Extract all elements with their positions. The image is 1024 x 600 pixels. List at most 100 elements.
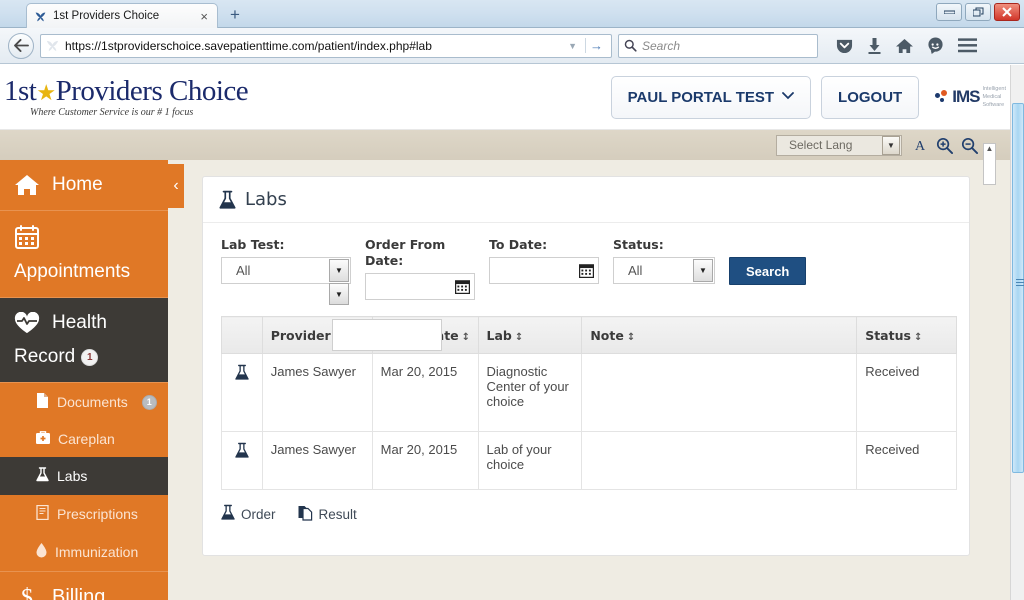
zoom-in-icon[interactable] [936, 137, 953, 154]
status-select[interactable]: All ▼ [613, 257, 715, 284]
window-controls [936, 3, 1020, 21]
header-label-note: Note [590, 327, 624, 343]
sidebar-label-appointments: Appointments [14, 261, 131, 282]
row-provider: James Sawyer [261, 353, 373, 433]
medkit-icon [36, 431, 50, 447]
flask-icon[interactable] [235, 365, 249, 384]
lab-test-value: All [236, 263, 251, 278]
sidebar-label-careplan: Careplan [58, 431, 115, 447]
chevron-down-icon[interactable]: ▼ [882, 135, 900, 155]
url-text: https://1stproviderschoice.savepatientti… [65, 38, 432, 53]
chevron-down-icon[interactable]: ▼ [329, 259, 349, 282]
row-provider: James Sawyer [261, 431, 373, 491]
window-restore-button[interactable] [965, 3, 991, 21]
url-favicon-icon [45, 38, 61, 54]
sidebar-badge-health-record: 1 [81, 348, 99, 366]
chevron-down-icon[interactable]: ▼ [693, 259, 713, 282]
url-dropdown-icon[interactable]: ▼ [564, 41, 581, 51]
scrollbar-thumb[interactable] [1012, 103, 1024, 473]
window-close-button[interactable] [994, 3, 1020, 21]
pocket-icon[interactable] [836, 37, 853, 54]
logo-star-icon: ★ [36, 79, 56, 105]
browser-tab-title: 1st Providers Choice [53, 10, 160, 22]
row-status: Received [856, 431, 957, 491]
main-content: Labs Lab Test: All ▼ Order From Date: To… [168, 160, 1010, 600]
home-icon [14, 174, 40, 196]
scroll-up-arrow-icon[interactable]: ▲ [984, 144, 995, 153]
sidebar-item-labs[interactable]: Labs [0, 457, 168, 495]
search-button[interactable]: Search [729, 257, 807, 285]
downloads-icon[interactable] [867, 37, 882, 54]
user-menu-button[interactable]: PAUL PORTAL TEST [610, 75, 812, 119]
hamburger-menu-icon[interactable] [958, 38, 977, 53]
logout-label: LOGOUT [838, 88, 903, 106]
table-header-status[interactable]: Status ↕ [856, 316, 957, 355]
row-type-icon-cell [221, 353, 263, 433]
table-row[interactable]: James Sawyer Mar 20, 2015 Lab of your ch… [221, 431, 957, 491]
table-row[interactable]: James Sawyer Mar 20, 2015 Diagnostic Cen… [221, 353, 957, 433]
labs-table-wrap: Provider↕ Order Date↕ Lab↕ [203, 308, 969, 491]
sidebar-item-health-record[interactable]: Health Record 1 [0, 298, 168, 383]
chat-icon[interactable] [927, 37, 944, 54]
site-logo[interactable]: 1st★Providers Choice Where Customer Serv… [4, 76, 304, 119]
labs-filters: Lab Test: All ▼ Order From Date: To Date… [203, 223, 969, 351]
lab-test-select[interactable]: All ▼ [221, 257, 351, 284]
search-icon [624, 39, 637, 52]
filter-order-from-date: Order From Date: [365, 237, 475, 301]
sidebar-item-billing[interactable]: $ Billing [0, 571, 168, 600]
row-type-icon-cell [221, 431, 263, 491]
table-header-note[interactable]: Note ↕ [581, 316, 858, 355]
flask-icon[interactable] [235, 443, 249, 462]
sidebar-collapse-button[interactable]: ‹ [168, 164, 184, 208]
legend-item-order: Order [221, 504, 276, 524]
new-tab-button[interactable]: + [230, 6, 240, 23]
sidebar-item-documents[interactable]: Documents 1 [0, 383, 168, 421]
legend-label-order: Order [241, 506, 276, 522]
app-header: 1st★Providers Choice Where Customer Serv… [0, 65, 1010, 130]
url-bar[interactable]: https://1stproviderschoice.savepatientti… [40, 33, 612, 58]
browser-vertical-scrollbar[interactable] [1010, 65, 1024, 600]
row-note [581, 431, 858, 491]
chevron-down-icon [782, 91, 794, 103]
open-dropdown-panel[interactable] [332, 319, 442, 351]
home-icon[interactable] [896, 38, 913, 54]
header-actions: PAUL PORTAL TEST LOGOUT IMS Intelligent [610, 75, 1010, 119]
dollar-icon: $ [14, 584, 40, 600]
header-label-lab: Lab [486, 327, 512, 343]
language-bar: Select Lang ▼ A [0, 130, 1010, 160]
browser-search-box[interactable]: Search [618, 33, 818, 58]
browser-tab[interactable]: 1st Providers Choice × [26, 3, 218, 28]
order-from-date-input[interactable] [365, 273, 475, 301]
status-label: Status: [613, 237, 664, 252]
back-button[interactable] [8, 32, 34, 59]
sort-icon: ↕ [913, 331, 923, 343]
sidebar-item-immunization[interactable]: Immunization [0, 533, 168, 571]
sidebar-item-home[interactable]: Home ‹ [0, 160, 184, 211]
sidebar-item-careplan[interactable]: Careplan [0, 421, 168, 457]
font-size-icon[interactable]: A [912, 137, 928, 153]
sidebar-item-prescriptions[interactable]: Prescriptions [0, 495, 168, 533]
sidebar-label-prescriptions: Prescriptions [57, 506, 138, 522]
logo-tagline: Where Customer Service is our # 1 focus [30, 107, 194, 119]
row-lab: Diagnostic Center of your choice [477, 353, 583, 433]
browser-toolbar-icons [836, 37, 977, 54]
calendar-icon[interactable] [455, 279, 470, 295]
to-date-input[interactable] [489, 257, 599, 284]
go-arrow-icon[interactable]: → [585, 38, 607, 53]
page-title: Labs [245, 189, 287, 210]
browser-titlebar: 1st Providers Choice × + [0, 0, 1024, 28]
open-dropdown-arrow-icon[interactable]: ▼ [329, 283, 349, 305]
window-minimize-button[interactable] [936, 3, 962, 21]
language-select[interactable]: Select Lang ▼ [776, 134, 902, 156]
svg-text:$: $ [21, 585, 33, 600]
zoom-out-icon[interactable] [961, 137, 978, 154]
inner-scrollbar[interactable]: ▲ [983, 143, 996, 185]
tab-close-icon[interactable]: × [197, 10, 211, 23]
logout-button[interactable]: LOGOUT [821, 75, 920, 119]
table-header-lab[interactable]: Lab ↕ [477, 316, 583, 355]
droplet-icon [36, 543, 47, 561]
labs-legend: Order Result [203, 490, 969, 540]
calendar-icon[interactable] [579, 263, 594, 278]
sidebar-item-appointments[interactable]: Appointments [0, 211, 168, 298]
flask-icon [36, 467, 49, 485]
